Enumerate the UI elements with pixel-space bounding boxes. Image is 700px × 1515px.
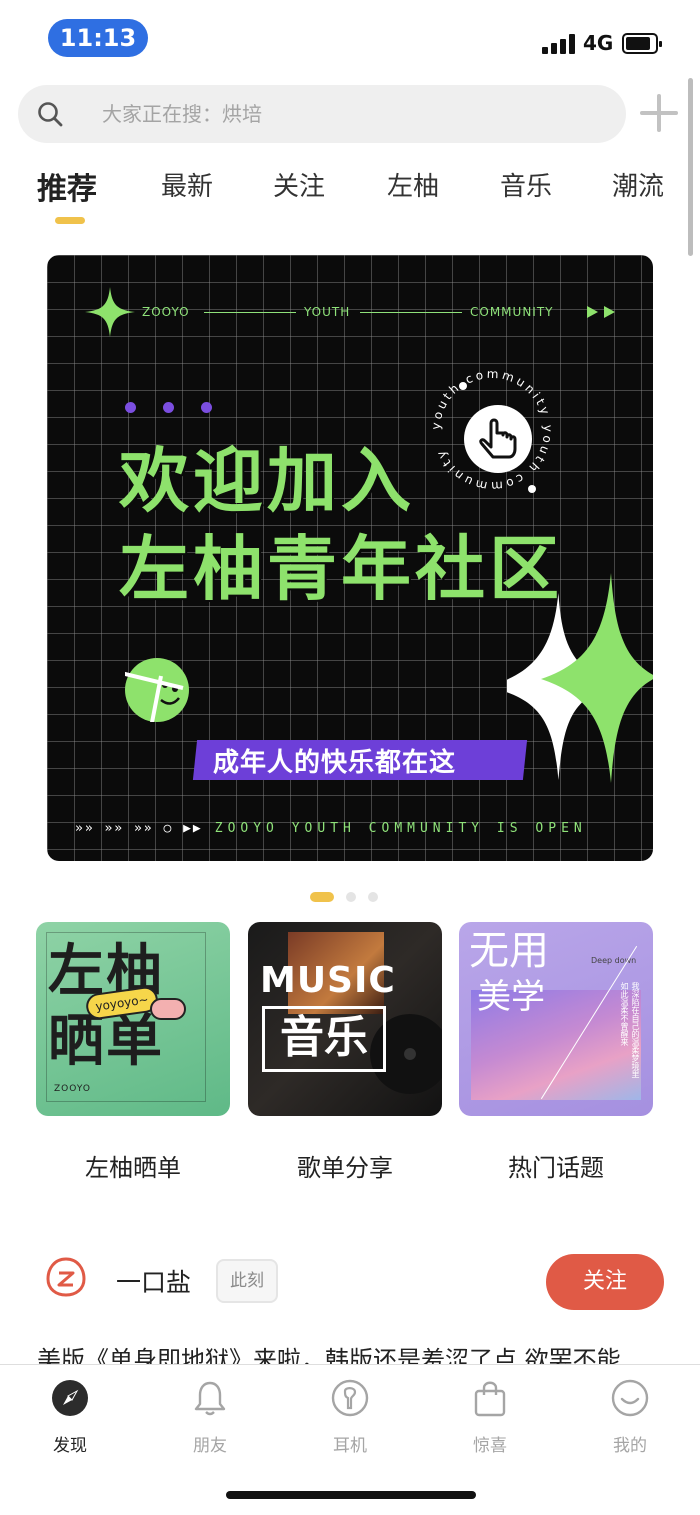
card-art-title: MUSIC [260, 960, 396, 1001]
carousel-pagination [310, 892, 390, 904]
sparkle-icon [85, 287, 135, 337]
status-bar: 11:13 4G [0, 0, 700, 80]
post-author-name[interactable]: 一口盐 [116, 1263, 191, 1299]
banner-carousel[interactable]: ZOOYO YOUTH COMMUNITY 欢迎加入 左柚青年社区 youth … [47, 255, 653, 861]
decor-dots [125, 402, 215, 416]
youth-community-badge: youth community youth community [429, 367, 552, 494]
nav-item-earphones[interactable]: 耳机 [300, 1375, 400, 1456]
banner-bottom-line: »» »» »» ○ ▶▶ ZOOYO YOUTH COMMUNITY IS OP… [75, 821, 587, 836]
post-tag-badge: 此刻 [216, 1259, 278, 1303]
search-icon [38, 102, 63, 127]
nav-item-surprise[interactable]: 惊喜 [440, 1375, 540, 1456]
follow-button[interactable]: 关注 [546, 1254, 664, 1310]
compass-icon [52, 1380, 88, 1416]
add-button[interactable] [640, 94, 678, 132]
post-content-text[interactable]: 美版《单身即地狱》来啦，韩版还是羞涩了点 欲罢不能 [37, 1340, 677, 1366]
home-indicator[interactable] [226, 1491, 476, 1499]
nav-label-earphones: 耳机 [333, 1436, 367, 1456]
banner-bottom-text: ZOOYO YOUTH COMMUNITY IS OPEN [214, 821, 587, 836]
network-type: 4G [583, 31, 614, 55]
banner-title-line2: 左柚青年社区 [119, 528, 563, 610]
tab-zuoyou[interactable]: 左柚 [387, 166, 439, 203]
tab-active-indicator [55, 217, 85, 224]
sticker-face-icon [150, 998, 186, 1020]
nav-item-friends[interactable]: 朋友 [160, 1375, 260, 1456]
tab-recommend[interactable]: 推荐 [37, 164, 97, 208]
status-time: 11:13 [48, 19, 148, 57]
card-art-poem: 我深陷在自己的温柔梦境里 如此温柔不曾醒来 [620, 982, 640, 1078]
avatar[interactable] [46, 1257, 86, 1297]
search-input[interactable] [102, 85, 582, 143]
banner-top-word: COMMUNITY [470, 305, 554, 319]
tab-latest[interactable]: 最新 [161, 166, 213, 203]
category-label-shaidan[interactable]: 左柚晒单 [36, 1148, 230, 1183]
banner-top-word: YOUTH [304, 305, 351, 319]
nav-item-me[interactable]: 我的 [580, 1375, 680, 1456]
play-arrows-icon [587, 306, 615, 318]
battery-icon [622, 33, 662, 54]
category-card-playlist[interactable]: MUSIC 音乐 [248, 922, 442, 1116]
bell-icon [194, 1381, 226, 1416]
sparkle-large-icon [507, 573, 653, 783]
banner-top-line: ZOOYO YOUTH COMMUNITY [142, 305, 582, 319]
category-card-hot-topics[interactable]: 无用 美学 Deep down 我深陷在自己的温柔梦境里 如此温柔不曾醒来 [459, 922, 653, 1116]
card-art-subtitle: 音乐 [262, 1006, 386, 1072]
earphone-icon [331, 1379, 369, 1417]
nav-label-me: 我的 [613, 1436, 647, 1456]
card-footer-text: ZOOYO [54, 1084, 91, 1094]
nav-label-friends: 朋友 [193, 1436, 227, 1456]
category-label-hot-topics[interactable]: 热门话题 [459, 1148, 653, 1183]
search-bar[interactable] [18, 85, 626, 143]
tab-trend[interactable]: 潮流 [612, 166, 664, 203]
category-card-zuoyou-shaidan[interactable]: 左柚 晒单 yoyoyo~ ZOOYO [36, 922, 230, 1116]
smiley-sticker [125, 658, 189, 722]
tab-bar: 推荐 最新 关注 左柚 音乐 潮流 [0, 160, 700, 230]
nav-label-surprise: 惊喜 [473, 1436, 507, 1456]
banner-tagline: 成年人的快乐都在这 [213, 748, 457, 778]
tab-music[interactable]: 音乐 [500, 166, 552, 203]
smiley-face-icon [611, 1379, 649, 1417]
card-art-title: 无用 美学 [469, 928, 549, 1017]
banner-top-word: ZOOYO [142, 305, 190, 319]
category-label-playlist[interactable]: 歌单分享 [248, 1148, 442, 1183]
signal-icon [542, 34, 576, 54]
gift-bag-icon [474, 1381, 506, 1417]
tab-following[interactable]: 关注 [273, 166, 325, 203]
nav-label-discover: 发现 [53, 1436, 87, 1456]
nav-item-discover[interactable]: 发现 [20, 1375, 120, 1456]
